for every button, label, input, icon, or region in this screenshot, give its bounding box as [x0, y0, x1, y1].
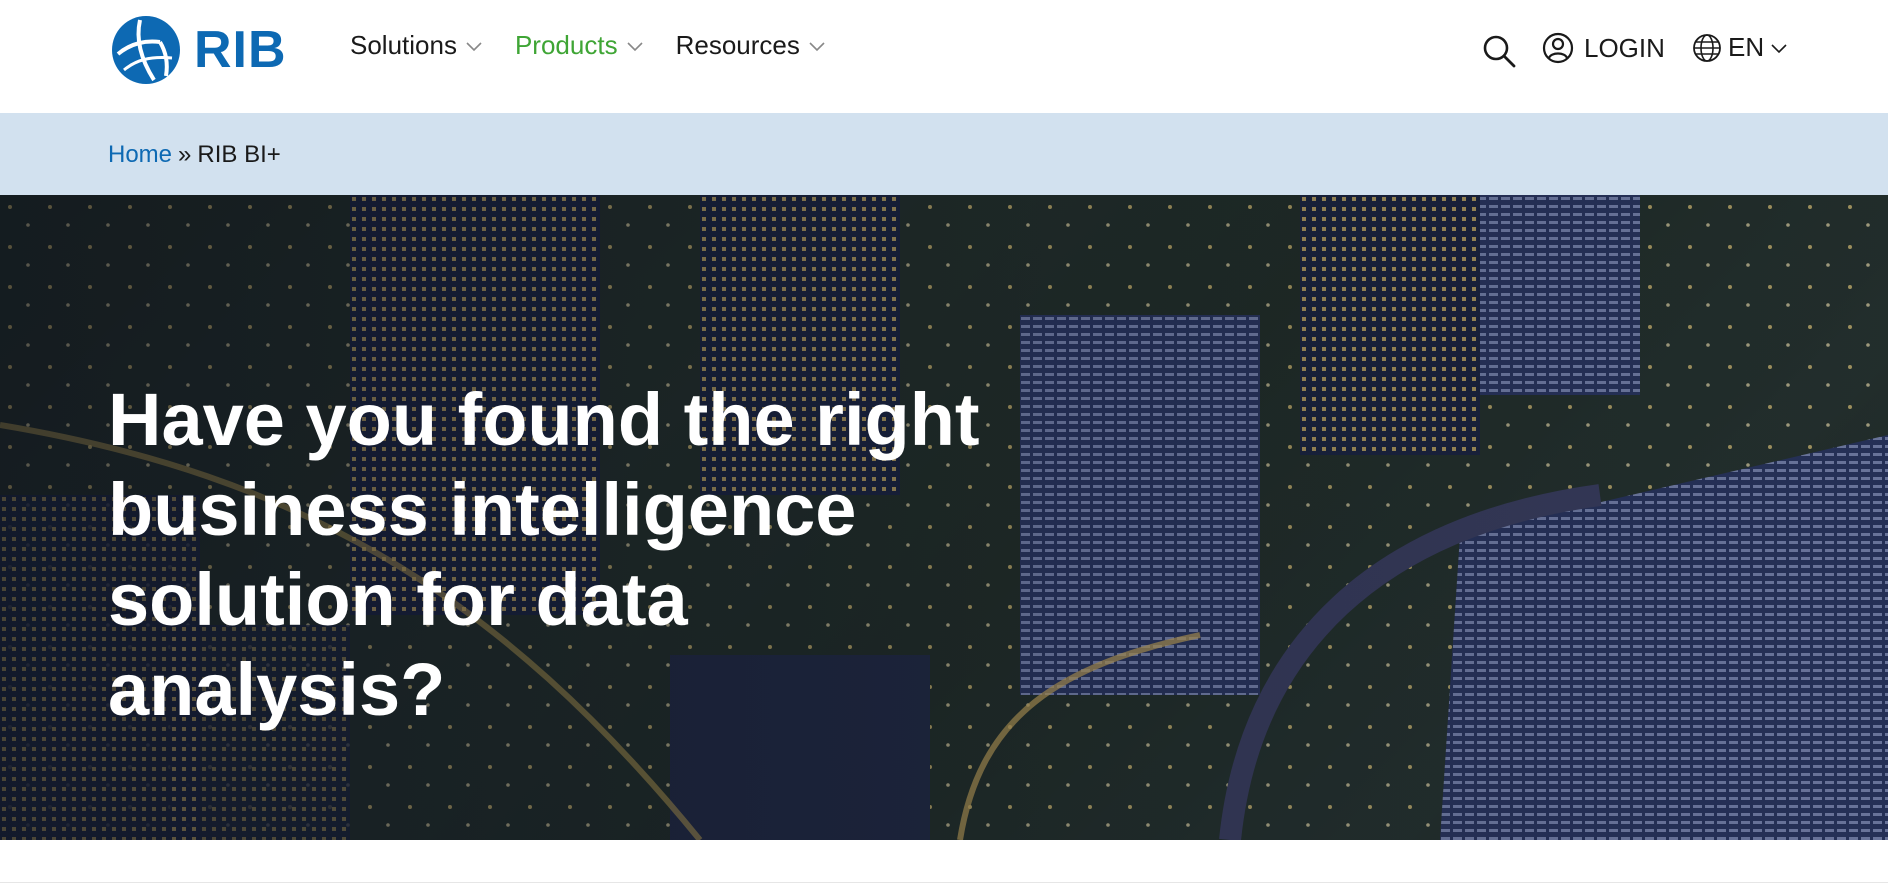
breadcrumb: Home » RIB BI+: [108, 141, 281, 169]
language-selector[interactable]: EN: [1692, 32, 1788, 63]
search-button[interactable]: [1480, 32, 1518, 70]
login-button[interactable]: LOGIN: [1542, 32, 1665, 64]
search-icon: [1483, 35, 1516, 68]
section-divider: [0, 882, 1888, 883]
user-icon: [1542, 32, 1574, 64]
login-label: LOGIN: [1584, 32, 1665, 63]
chevron-down-icon: [1771, 43, 1787, 53]
hero-banner: Have you found the right business intell…: [0, 195, 1888, 840]
language-label: EN: [1728, 32, 1765, 62]
breadcrumb-separator: »: [178, 141, 192, 168]
breadcrumb-home-link[interactable]: Home: [108, 141, 172, 169]
breadcrumb-bar: Home » RIB BI+: [0, 113, 1888, 195]
hero-title: Have you found the right business intell…: [108, 378, 980, 731]
breadcrumb-current: RIB BI+: [197, 141, 281, 168]
site-header: RIB Solutions Products Resources LOGIN E…: [0, 0, 1888, 113]
globe-icon: [1693, 33, 1721, 62]
header-utilities: LOGIN EN: [0, 30, 1888, 72]
